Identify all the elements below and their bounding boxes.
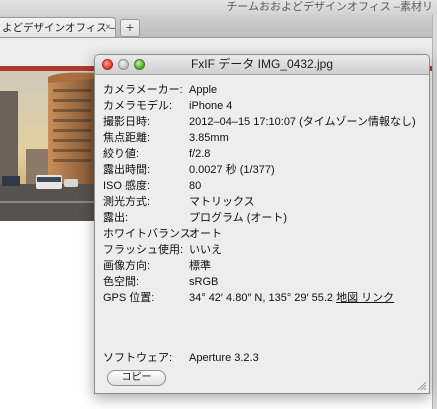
copy-button[interactable]: コピー — [107, 370, 166, 386]
prop-value: 3.85mm — [189, 132, 229, 144]
new-tab-button[interactable]: + — [120, 19, 140, 37]
prop-value: iPhone 4 — [189, 100, 233, 112]
street-photo-illustration — [0, 71, 95, 221]
browser-titlebar: チームおおよどデザインオフィス –素材リ — [0, 0, 437, 15]
prop-label: 焦点距離: — [103, 132, 151, 144]
prop-value: sRGB — [189, 276, 219, 288]
browser-window-title: チームおおよどデザインオフィス –素材リ — [226, 1, 433, 13]
prop-label: カメラモデル: — [103, 100, 173, 112]
prop-label: 絞り値: — [103, 148, 140, 160]
prop-label: 撮影日時: — [103, 116, 151, 128]
prop-label: 測光方式: — [103, 196, 151, 208]
prop-value: 0.0027 秒 (1/377) — [189, 164, 275, 176]
prop-label: 露出: — [103, 212, 129, 224]
prop-value: いいえ — [189, 244, 222, 256]
prop-label: ホワイトバランス: — [103, 228, 194, 240]
map-link[interactable]: 地図 リンク — [336, 292, 394, 304]
browser-tab[interactable]: よどデザインオフィス –… × — [0, 17, 116, 37]
prop-value: マトリックス — [189, 196, 255, 208]
prop-label: 画像方向: — [103, 260, 151, 272]
prop-value: Aperture 3.2.3 — [189, 352, 259, 364]
prop-value: 2012–04–15 17:10:07 (タイムゾーン情報なし) — [189, 116, 416, 128]
prop-value: Apple — [189, 84, 218, 96]
prop-label: フラッシュ使用: — [103, 244, 184, 256]
tab-close-icon[interactable]: × — [105, 18, 111, 37]
fxif-dialog: FxIF データ IMG_0432.jpg カメラメーカー: Apple カメラ… — [94, 54, 430, 394]
prop-value: 標準 — [189, 260, 211, 272]
prop-label: カメラメーカー: — [103, 84, 183, 96]
prop-value: プログラム (オート) — [189, 212, 288, 224]
prop-value: 80 — [189, 180, 202, 192]
prop-value: オート — [189, 228, 222, 240]
prop-label: 色空間: — [103, 276, 140, 288]
browser-tabbar: よどデザインオフィス –… × + — [0, 15, 437, 38]
background-window-edge — [432, 15, 437, 409]
prop-label: ISO 感度: — [103, 180, 151, 192]
prop-label: GPS 位置: — [103, 292, 155, 304]
browser-tab-label: よどデザインオフィス –… — [2, 22, 116, 34]
prop-label: 露出時間: — [103, 164, 151, 176]
prop-value: 34° 42′ 4.80″ N, 135° 29′ 55.2 地図 リンク — [189, 290, 394, 306]
prop-label: ソフトウェア: — [103, 352, 173, 364]
photo-thumbnail[interactable] — [0, 71, 95, 221]
dialog-title: FxIF データ IMG_0432.jpg — [190, 57, 334, 71]
dialog-titlebar[interactable]: FxIF データ IMG_0432.jpg — [95, 55, 429, 75]
gps-coordinates: 34° 42′ 4.80″ N, 135° 29′ 55.2 — [189, 292, 334, 304]
prop-value: f/2.8 — [189, 148, 211, 160]
resize-grip-icon[interactable] — [417, 381, 427, 391]
